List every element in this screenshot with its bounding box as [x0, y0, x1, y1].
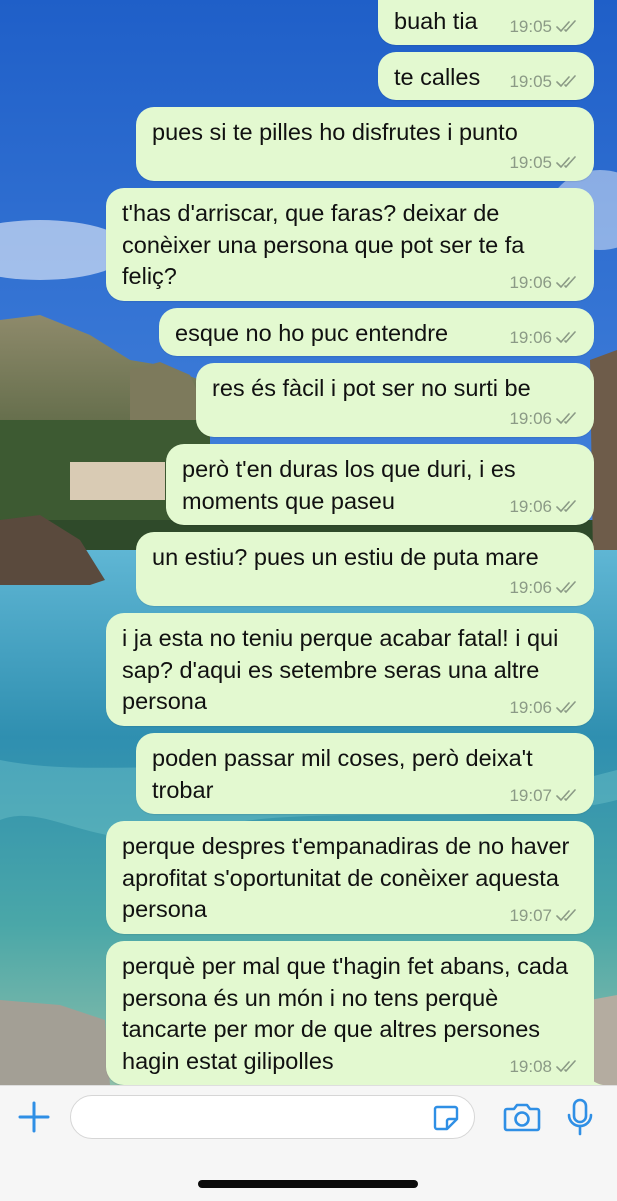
message-bubble[interactable]: buah tia 19:05	[378, 0, 594, 45]
message-meta: 19:07	[509, 906, 580, 926]
message-meta: 19:06	[509, 328, 580, 348]
bubble-tail	[585, 1067, 603, 1085]
message-bubble[interactable]: t'has d'arriscar, que faras? deixar de c…	[106, 188, 594, 301]
message-meta: 19:05	[509, 17, 580, 37]
message-bubble[interactable]: poden passar mil coses, però deixa't tro…	[136, 733, 594, 814]
read-receipt-icon	[556, 581, 576, 593]
message-bubble[interactable]: res és fàcil i pot ser no surti be 19:06	[196, 363, 594, 437]
message-meta: 19:07	[509, 786, 580, 806]
read-receipt-icon	[556, 500, 576, 512]
message-bubble[interactable]: esque no ho puc entendre 19:06	[159, 308, 594, 356]
read-receipt-icon	[556, 412, 576, 424]
message-time: 19:06	[509, 273, 552, 292]
message-input[interactable]	[70, 1095, 475, 1139]
message-bubble[interactable]: pues si te pilles ho disfrutes i punto 1…	[136, 107, 594, 181]
message-bubble[interactable]: un estiu? pues un estiu de puta mare 19:…	[136, 532, 594, 606]
message-bubble[interactable]: te calles 19:05	[378, 52, 594, 100]
read-receipt-icon	[556, 1060, 576, 1072]
read-receipt-icon	[556, 20, 576, 32]
message-text: buah tia	[394, 8, 478, 34]
message-time: 19:08	[509, 1057, 552, 1076]
message-text: te calles	[394, 64, 481, 90]
message-time: 19:06	[509, 328, 552, 347]
sticker-icon[interactable]	[432, 1104, 460, 1132]
message-time: 19:05	[509, 17, 552, 36]
read-receipt-icon	[556, 75, 576, 87]
message-time: 19:07	[509, 786, 552, 805]
message-meta: 19:06	[509, 273, 580, 293]
message-text: res és fàcil i pot ser no surti be	[212, 375, 531, 401]
message-meta: 19:06	[509, 497, 580, 517]
read-receipt-icon	[556, 331, 576, 343]
read-receipt-icon	[556, 156, 576, 168]
microphone-icon[interactable]	[566, 1098, 594, 1136]
read-receipt-icon	[556, 789, 576, 801]
message-bubble[interactable]: i ja esta no teniu perque acabar fatal! …	[106, 613, 594, 726]
camera-icon[interactable]	[503, 1102, 541, 1132]
message-meta: 19:05	[509, 153, 580, 173]
message-meta: 19:06	[509, 698, 580, 718]
message-text: pues si te pilles ho disfrutes i punto	[152, 119, 518, 145]
message-time: 19:05	[509, 72, 552, 91]
message-time: 19:06	[509, 578, 552, 597]
message-time: 19:07	[509, 906, 552, 925]
message-time: 19:06	[509, 497, 552, 516]
message-meta: 19:06	[509, 578, 580, 598]
read-receipt-icon	[556, 701, 576, 713]
message-bubble[interactable]: perque despres t'empanadiras de no haver…	[106, 821, 594, 934]
message-meta: 19:08	[509, 1057, 580, 1077]
home-indicator[interactable]	[198, 1180, 418, 1188]
message-text: un estiu? pues un estiu de puta mare	[152, 544, 539, 570]
read-receipt-icon	[556, 909, 576, 921]
message-bubble[interactable]: però t'en duras los que duri, i es momen…	[166, 444, 594, 525]
message-bubble[interactable]: perquè per mal que t'hagin fet abans, ca…	[106, 941, 603, 1085]
message-time: 19:06	[509, 409, 552, 428]
message-time: 19:06	[509, 698, 552, 717]
message-meta: 19:06	[509, 409, 580, 429]
message-meta: 19:05	[509, 72, 580, 92]
read-receipt-icon	[556, 276, 576, 288]
message-time: 19:05	[509, 153, 552, 172]
plus-icon[interactable]	[17, 1100, 51, 1134]
